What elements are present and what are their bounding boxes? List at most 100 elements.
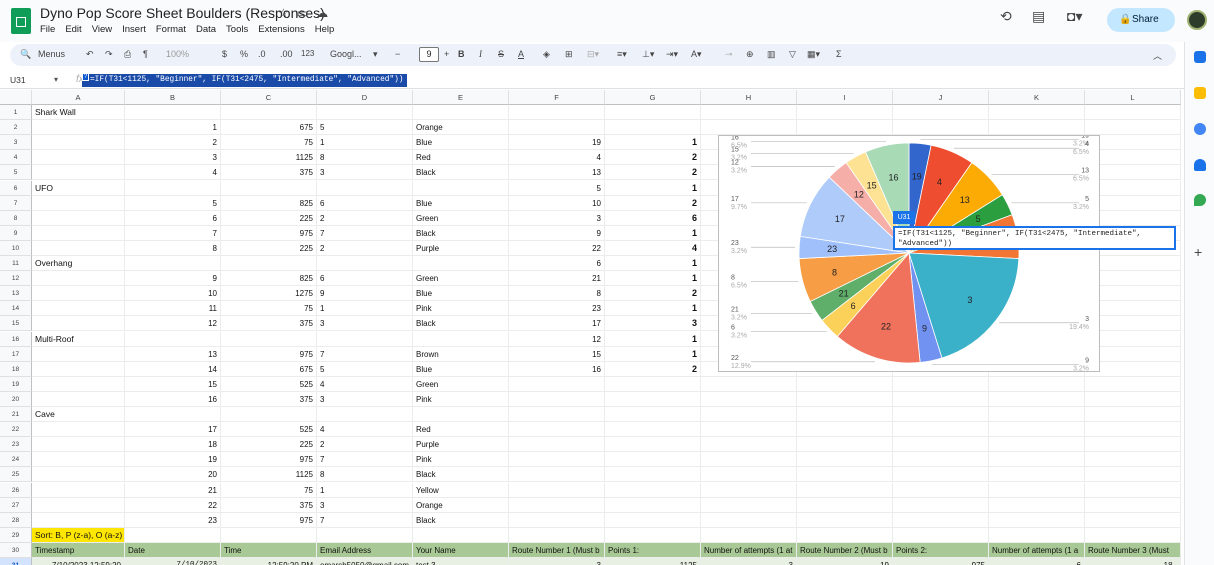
cell-C8[interactable]: 225 (221, 210, 317, 226)
cell-F29[interactable] (509, 527, 605, 543)
cell-J31[interactable]: 975 (893, 558, 989, 565)
cell-C2[interactable]: 675 (221, 120, 317, 136)
cell-L28[interactable] (1085, 512, 1181, 528)
cell-K19[interactable] (989, 376, 1085, 392)
cell-H2[interactable] (701, 120, 797, 136)
cell-D14[interactable]: 1 (317, 301, 413, 317)
star-icon[interactable]: ☆ (278, 6, 297, 20)
cell-J27[interactable] (893, 497, 989, 513)
cell-L22[interactable] (1085, 422, 1181, 438)
cell-J21[interactable] (893, 407, 989, 422)
cell-D10[interactable]: 2 (317, 240, 413, 256)
column-header[interactable]: A (32, 90, 125, 105)
cell-G16[interactable]: 1 (605, 331, 701, 347)
cell-A15[interactable] (32, 316, 125, 332)
cell-J25[interactable] (893, 467, 989, 483)
cell-I1[interactable] (797, 105, 893, 120)
cell-J20[interactable] (893, 391, 989, 407)
cell-G3[interactable]: 1 (605, 135, 701, 151)
cell-A20[interactable] (32, 391, 125, 407)
cell-B25[interactable]: 20 (125, 467, 221, 483)
row-header[interactable]: 10 (0, 240, 32, 256)
cell-E23[interactable]: Purple (413, 437, 509, 453)
cell-F19[interactable] (509, 376, 605, 392)
cell-E22[interactable]: Red (413, 422, 509, 438)
search-menus-button[interactable]: Menus (38, 49, 65, 59)
merge-cells-icon[interactable]: ⊟▾ (587, 49, 599, 60)
name-box[interactable]: U31 (10, 75, 26, 85)
cell-B14[interactable]: 11 (125, 301, 221, 317)
menu-view[interactable]: View (92, 24, 112, 35)
menu-extensions[interactable]: Extensions (258, 24, 304, 35)
cell-A11[interactable]: Overhang (32, 256, 125, 271)
search-menus-icon[interactable]: 🔍 (20, 49, 31, 60)
cell-B23[interactable]: 18 (125, 437, 221, 453)
row-header[interactable]: 30 (0, 542, 32, 558)
cell-G19[interactable] (605, 376, 701, 392)
row-header[interactable]: 14 (0, 301, 32, 317)
fill-color-icon[interactable]: ◈ (543, 49, 550, 60)
cell-C27[interactable]: 375 (221, 497, 317, 513)
font-size-decrease-button[interactable]: − (395, 49, 400, 59)
cell-G24[interactable] (605, 452, 701, 468)
row-header[interactable]: 24 (0, 452, 32, 468)
column-header[interactable]: D (317, 90, 413, 105)
cell-A9[interactable] (32, 225, 125, 241)
currency-button[interactable]: $ (222, 49, 227, 59)
cell-F8[interactable]: 3 (509, 210, 605, 226)
cell-D25[interactable]: 8 (317, 467, 413, 483)
cell-K21[interactable] (989, 407, 1085, 422)
in-cell-formula-editor[interactable]: =IF(T31<1125, "Beginner", IF(T31<2475, "… (893, 226, 1176, 250)
cell-B15[interactable]: 12 (125, 316, 221, 332)
cell-G23[interactable] (605, 437, 701, 453)
cell-G9[interactable]: 1 (605, 225, 701, 241)
title-icons[interactable]: ☆▭☁ (278, 6, 336, 20)
cell-K1[interactable] (989, 105, 1085, 120)
cell-K22[interactable] (989, 422, 1085, 438)
column-header[interactable]: E (413, 90, 509, 105)
cell-A4[interactable] (32, 150, 125, 166)
column-header[interactable]: C (221, 90, 317, 105)
cell-C21[interactable] (221, 407, 317, 422)
strikethrough-button[interactable]: S (498, 49, 504, 59)
cell-F13[interactable]: 8 (509, 286, 605, 302)
contacts-icon[interactable] (1194, 159, 1206, 171)
cell-D19[interactable]: 4 (317, 376, 413, 392)
cell-D13[interactable]: 9 (317, 286, 413, 302)
cell-I27[interactable] (797, 497, 893, 513)
cell-E13[interactable]: Blue (413, 286, 509, 302)
cell-I31[interactable]: 19 (797, 558, 893, 565)
cell-D9[interactable]: 7 (317, 225, 413, 241)
cell-C24[interactable]: 975 (221, 452, 317, 468)
cell-J26[interactable] (893, 482, 989, 498)
row-header[interactable]: 22 (0, 422, 32, 438)
cell-E5[interactable]: Black (413, 165, 509, 181)
cell-C23[interactable]: 225 (221, 437, 317, 453)
cell-G13[interactable]: 2 (605, 286, 701, 302)
cell-C19[interactable]: 525 (221, 376, 317, 392)
sheets-logo-icon[interactable] (11, 8, 31, 34)
cell-G12[interactable]: 1 (605, 271, 701, 287)
cell-B10[interactable]: 8 (125, 240, 221, 256)
cell-D29[interactable] (317, 527, 413, 543)
cell-B28[interactable]: 23 (125, 512, 221, 528)
cell-F3[interactable]: 19 (509, 135, 605, 151)
cell-B29[interactable] (125, 527, 221, 543)
cell-C4[interactable]: 1125 (221, 150, 317, 166)
paint-format-icon[interactable]: ¶ (143, 49, 148, 59)
cell-E25[interactable]: Black (413, 467, 509, 483)
column-header[interactable]: G (605, 90, 701, 105)
cell-L26[interactable] (1085, 482, 1181, 498)
tasks-icon[interactable] (1194, 123, 1206, 135)
cell-I25[interactable] (797, 467, 893, 483)
cell-J22[interactable] (893, 422, 989, 438)
cell-D30[interactable]: Email Address (317, 542, 413, 558)
cell-A27[interactable] (32, 497, 125, 513)
functions-icon[interactable]: Σ (836, 49, 842, 59)
cell-J29[interactable] (893, 527, 989, 543)
cell-F10[interactable]: 22 (509, 240, 605, 256)
cell-A30[interactable]: Timestamp (32, 542, 125, 558)
cell-F7[interactable]: 10 (509, 195, 605, 211)
cell-B2[interactable]: 1 (125, 120, 221, 136)
cell-H27[interactable] (701, 497, 797, 513)
